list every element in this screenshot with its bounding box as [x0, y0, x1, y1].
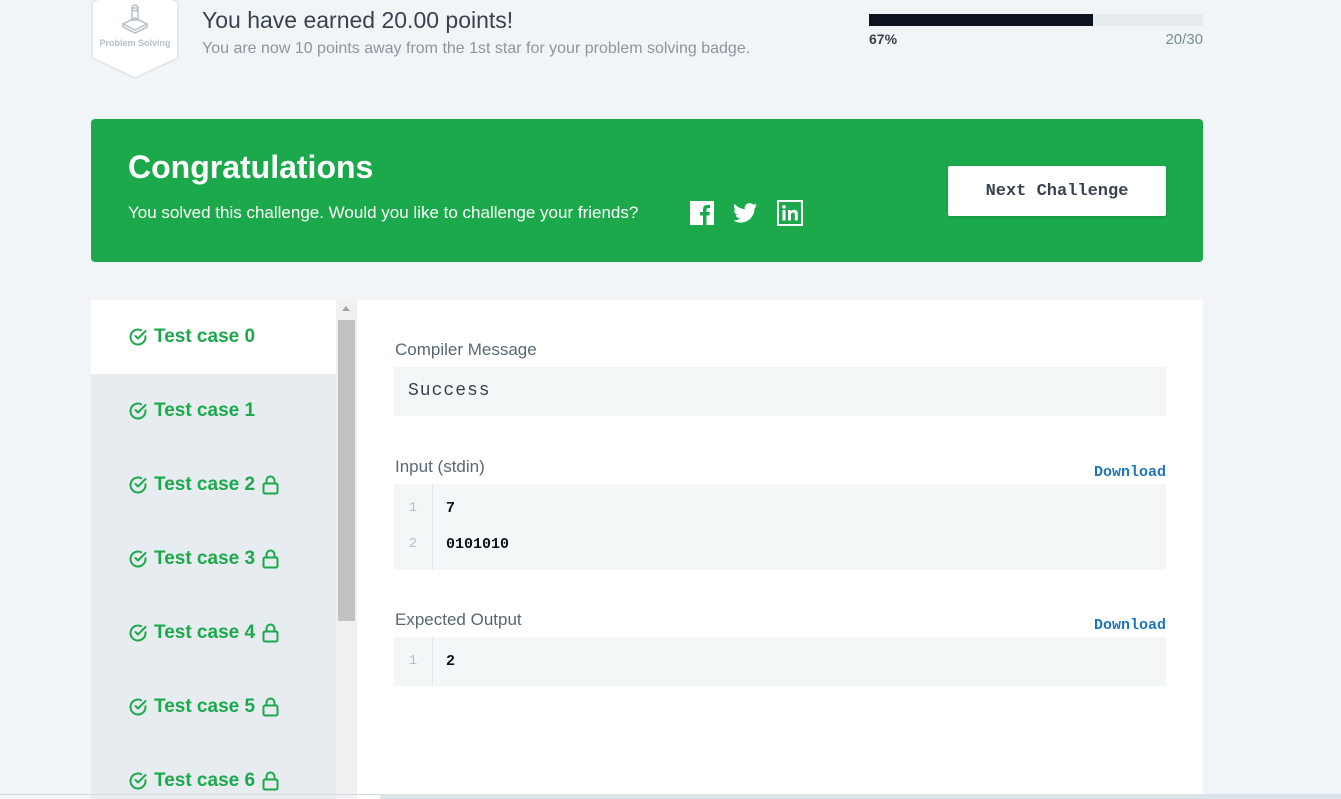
next-challenge-button[interactable]: Next Challenge — [948, 166, 1166, 216]
test-case-tab-5[interactable]: Test case 5 — [91, 670, 336, 744]
congratulations-banner: Congratulations You solved this challeng… — [91, 119, 1203, 262]
linkedin-icon[interactable] — [777, 200, 803, 226]
compiler-message: Success — [408, 381, 491, 401]
badge-progress-bar — [869, 14, 1203, 26]
badge-progress-fill — [869, 14, 1093, 26]
code-line: 12 — [394, 653, 1166, 673]
line-content: 2 — [446, 653, 456, 670]
banner-text: You solved this challenge. Would you lik… — [128, 203, 639, 222]
line-number: 2 — [408, 536, 418, 552]
progress-percent: 67% — [869, 31, 898, 47]
problem-solving-badge: Problem Solving — [90, 0, 180, 80]
test-case-tab-content: Test case 2 — [128, 474, 279, 496]
expected-output-label: Expected Output — [395, 610, 522, 629]
twitter-icon[interactable] — [732, 200, 758, 226]
points-earned-subtitle: You are now 10 points away from the 1st … — [202, 40, 751, 57]
compiler-message-label: Compiler Message — [395, 340, 537, 359]
scroll-up-arrow-icon[interactable] — [342, 306, 350, 311]
line-number: 1 — [408, 500, 418, 516]
code-line: 2 0101010 — [394, 536, 1166, 556]
code-line: 17 — [394, 500, 1166, 520]
progress-count: 20/30 — [1165, 31, 1203, 48]
test-case-tab-0[interactable]: Test case 0 — [91, 300, 336, 374]
facebook-icon[interactable] — [689, 200, 715, 226]
check-circle-icon — [129, 402, 147, 420]
test-case-label: Test case 3 — [154, 548, 256, 569]
check-circle-icon — [129, 772, 147, 790]
check-circle-icon — [129, 624, 147, 642]
problem-solving-icon — [121, 4, 149, 34]
check-circle-icon — [129, 476, 147, 494]
test-case-label: Test case 6 — [154, 770, 256, 791]
lock-icon — [262, 771, 279, 791]
lock-icon — [262, 623, 279, 643]
lock-icon — [262, 549, 279, 569]
test-case-tab-4[interactable]: Test case 4 — [91, 596, 336, 670]
test-case-tab-content: Test case 3 — [128, 548, 279, 570]
test-case-tab-content: Test case 1 — [128, 400, 255, 422]
test-case-label: Test case 5 — [154, 696, 256, 717]
test-case-tab-6[interactable]: Test case 6 — [91, 744, 336, 799]
input-download-link[interactable]: Download — [1094, 464, 1166, 481]
line-content: 7 — [446, 500, 456, 517]
test-case-label: Test case 2 — [154, 474, 256, 495]
compiler-message-box: Success — [394, 367, 1166, 416]
output-download-link[interactable]: Download — [1094, 617, 1166, 634]
bottom-scrollbar[interactable] — [380, 794, 1341, 799]
test-case-tab-content: Test case 5 — [128, 696, 279, 718]
check-circle-icon — [129, 550, 147, 568]
scrollbar-thumb[interactable] — [338, 320, 355, 621]
test-case-label: Test case 1 — [154, 400, 256, 421]
input-code-box: 1 7 2 0101010 — [394, 484, 1166, 570]
lock-icon — [262, 697, 279, 717]
test-case-tab-2[interactable]: Test case 2 — [91, 448, 336, 522]
test-case-scrollbar[interactable] — [336, 300, 357, 799]
test-case-tab-content: Test case 4 — [128, 622, 279, 644]
points-earned-title: You have earned 20.00 points! — [202, 7, 514, 33]
line-content: 0101010 — [446, 536, 510, 553]
badge-label: Problem Solving — [99, 38, 171, 48]
test-case-tab-content: Test case 6 — [128, 770, 279, 792]
lock-icon — [262, 475, 279, 495]
output-code-box: 12 — [394, 637, 1166, 686]
test-case-label: Test case 4 — [154, 622, 256, 643]
test-case-detail-panel: Compiler Message Success Input (stdin) D… — [357, 300, 1203, 799]
test-case-label: Test case 0 — [154, 326, 256, 347]
test-case-tab-3[interactable]: Test case 3 — [91, 522, 336, 596]
line-number: 1 — [408, 653, 418, 669]
line-number-gutter — [394, 484, 433, 570]
test-case-tab-1[interactable]: Test case 1 — [91, 374, 336, 448]
test-case-list: Test case 0 Test case 1 Test case 2 Test ca… — [91, 300, 336, 799]
input-label: Input (stdin) — [395, 457, 485, 476]
banner-title: Congratulations — [128, 149, 374, 185]
test-case-tab-content: Test case 0 — [128, 326, 255, 348]
check-circle-icon — [129, 328, 147, 346]
check-circle-icon — [129, 698, 147, 716]
bottom-divider — [0, 794, 380, 795]
